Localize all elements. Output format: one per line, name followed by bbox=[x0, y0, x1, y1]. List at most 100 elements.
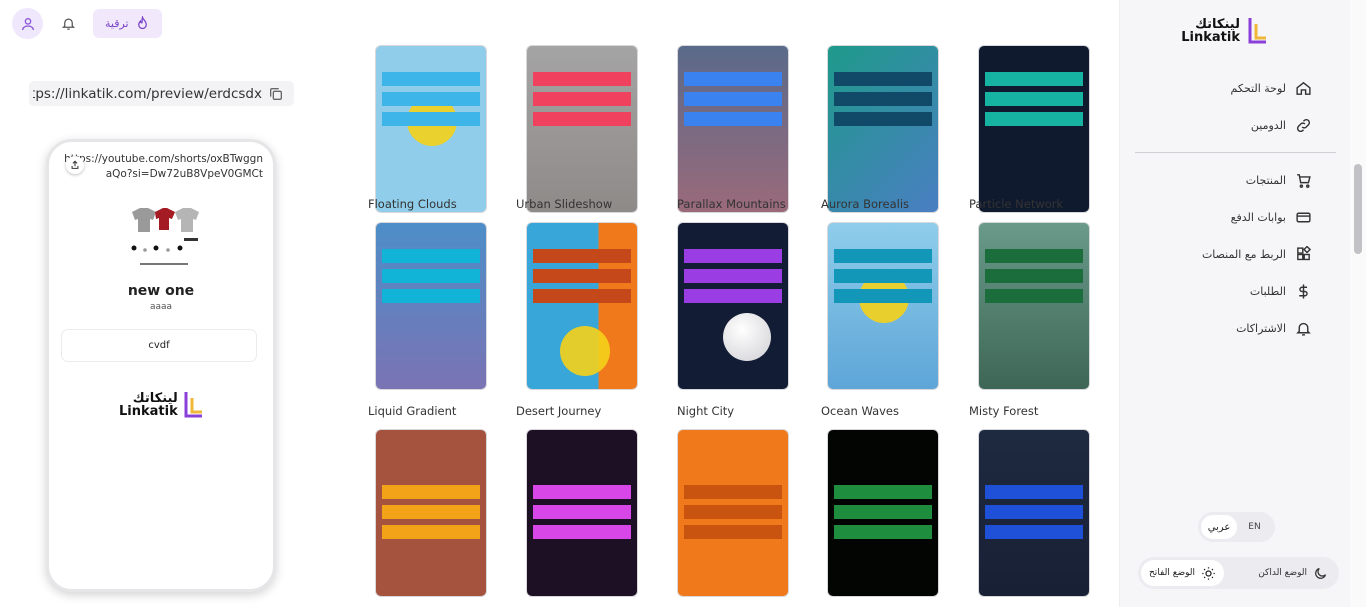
notifications-button[interactable] bbox=[53, 9, 83, 39]
template-card[interactable] bbox=[978, 429, 1090, 597]
sidebar-item-products[interactable]: المنتجات bbox=[1246, 170, 1312, 190]
user-icon bbox=[21, 17, 34, 30]
bell-icon bbox=[1296, 322, 1311, 336]
template-card[interactable] bbox=[375, 45, 487, 213]
template-bar bbox=[382, 269, 480, 283]
bell-icon bbox=[61, 18, 75, 30]
template-name: Night City bbox=[677, 404, 735, 418]
template-bar bbox=[382, 112, 480, 126]
template-bars bbox=[684, 72, 782, 126]
template-bar bbox=[834, 525, 932, 539]
phone-logo-en: Linkatik bbox=[119, 404, 178, 419]
page-scrollbar[interactable] bbox=[1350, 0, 1366, 607]
template-card[interactable] bbox=[677, 45, 789, 213]
template-bar bbox=[684, 269, 782, 283]
template-bars bbox=[834, 249, 932, 303]
template-card[interactable] bbox=[978, 45, 1090, 213]
template-bars bbox=[533, 72, 631, 126]
template-card[interactable] bbox=[827, 222, 939, 390]
template-bar bbox=[533, 92, 631, 106]
template-bars bbox=[684, 249, 782, 303]
template-bar bbox=[382, 525, 480, 539]
template-bar bbox=[684, 485, 782, 499]
brand-en: Linkatik bbox=[1181, 30, 1240, 45]
template-card[interactable] bbox=[526, 429, 638, 597]
moon-icon bbox=[1315, 567, 1327, 579]
language-arabic[interactable]: عربي bbox=[1201, 515, 1237, 539]
template-card[interactable] bbox=[375, 222, 487, 390]
template-name: Liquid Gradient bbox=[368, 404, 457, 418]
template-name: Misty Forest bbox=[969, 404, 1039, 418]
theme-switch[interactable]: الوضع الفاتح الوضع الداكن bbox=[1138, 557, 1339, 589]
language-switch[interactable]: عربي EN bbox=[1198, 512, 1275, 542]
template-bars bbox=[985, 72, 1083, 126]
template-bars bbox=[533, 249, 631, 303]
product-thumbnail bbox=[128, 202, 200, 268]
template-card[interactable] bbox=[526, 45, 638, 213]
template-bar bbox=[533, 249, 631, 263]
template-card[interactable] bbox=[677, 429, 789, 597]
template-bar bbox=[382, 485, 480, 499]
dollar-icon bbox=[1299, 283, 1308, 299]
template-bar bbox=[684, 289, 782, 303]
template-bar bbox=[382, 249, 480, 263]
template-card[interactable] bbox=[978, 222, 1090, 390]
sidebar-item-label: الطلبات bbox=[1249, 284, 1286, 298]
template-name: Parallax Mountains bbox=[677, 197, 786, 211]
sidebar-item-payment-gateways[interactable]: بوابات الدفع bbox=[1231, 207, 1312, 227]
language-english[interactable]: EN bbox=[1237, 522, 1272, 532]
template-name: Aurora Borealis bbox=[821, 197, 910, 211]
preview-url[interactable]: https://linkatik.com/preview/erdcsdx bbox=[33, 86, 262, 102]
sidebar-item-integrations[interactable]: الربط مع المنصات bbox=[1202, 244, 1312, 264]
template-card[interactable] bbox=[827, 429, 939, 597]
sidebar-item-label: لوحة التحكم bbox=[1230, 81, 1286, 95]
sidebar-item-label: الدومين bbox=[1250, 118, 1286, 132]
brand-text: لينكاتك Linkatik bbox=[1181, 18, 1240, 44]
moon-shape bbox=[723, 313, 771, 361]
template-bar bbox=[834, 112, 932, 126]
profile-name: new one bbox=[127, 283, 195, 299]
template-bars bbox=[533, 485, 631, 539]
template-card[interactable] bbox=[827, 45, 939, 213]
sidebar-item-dashboard[interactable]: لوحة التحكم bbox=[1231, 78, 1312, 98]
template-bar bbox=[684, 112, 782, 126]
sidebar-item-label: الاشتراكات bbox=[1236, 321, 1286, 335]
scrollbar-thumb[interactable] bbox=[1354, 164, 1362, 254]
theme-dark-label: الوضع الداكن bbox=[1258, 568, 1307, 578]
template-bar bbox=[684, 72, 782, 86]
topbar: ترقية bbox=[12, 8, 162, 39]
template-bar bbox=[985, 112, 1083, 126]
template-bar bbox=[985, 525, 1083, 539]
template-bar bbox=[382, 92, 480, 106]
template-bar bbox=[382, 72, 480, 86]
sidebar-item-domain[interactable]: الدومين bbox=[1251, 115, 1312, 135]
template-bar bbox=[382, 505, 480, 519]
phone-link-text[interactable]: https://youtube.com/shorts/oxBTwggnaQo?s… bbox=[59, 152, 263, 182]
template-bars bbox=[684, 485, 782, 539]
profile-subtitle: aaaa bbox=[149, 302, 173, 312]
template-card[interactable] bbox=[375, 429, 487, 597]
brand-logo[interactable]: لينكاتك Linkatik bbox=[1181, 16, 1270, 46]
template-name: Urban Slideshow bbox=[516, 197, 613, 211]
upgrade-button[interactable]: ترقية bbox=[93, 9, 162, 38]
profile-button[interactable] bbox=[12, 8, 43, 39]
theme-dark-option[interactable]: الوضع الداكن bbox=[1258, 566, 1336, 581]
theme-light-option[interactable]: الوضع الفاتح bbox=[1141, 560, 1225, 586]
phone-logo-text: لينكاتك Linkatik bbox=[119, 392, 178, 418]
template-bar bbox=[985, 485, 1083, 499]
template-bar bbox=[533, 72, 631, 86]
sidebar-item-orders[interactable]: الطلبات bbox=[1250, 281, 1312, 301]
sidebar-item-subscriptions[interactable]: الاشتراكات bbox=[1236, 318, 1312, 338]
sidebar-item-label: بوابات الدفع bbox=[1230, 210, 1286, 224]
template-card[interactable] bbox=[526, 222, 638, 390]
phone-logo: لينكاتك Linkatik bbox=[119, 390, 206, 420]
template-bars bbox=[985, 485, 1083, 539]
profile-link-button[interactable]: cvdf bbox=[61, 329, 257, 362]
copy-icon[interactable] bbox=[268, 86, 284, 102]
sidebar-item-label: الربط مع المنصات bbox=[1201, 247, 1286, 261]
preview-url-bar: https://linkatik.com/preview/erdcsdx bbox=[29, 81, 294, 106]
template-bar bbox=[533, 289, 631, 303]
template-bar bbox=[684, 525, 782, 539]
template-card[interactable] bbox=[677, 222, 789, 390]
share-button[interactable] bbox=[66, 156, 84, 174]
